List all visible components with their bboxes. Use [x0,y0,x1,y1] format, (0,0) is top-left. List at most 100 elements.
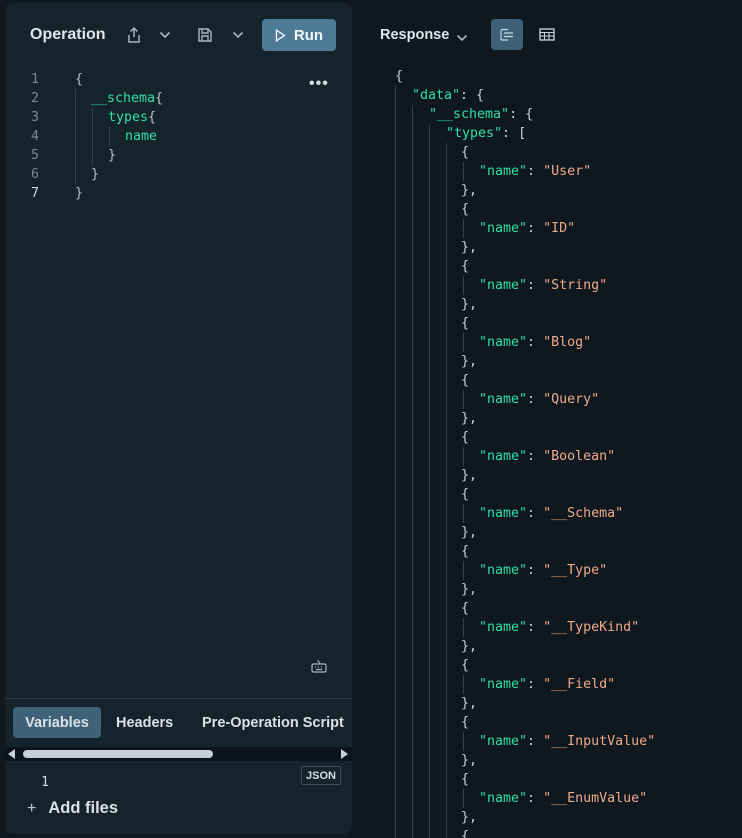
more-options-icon[interactable]: ••• [309,75,329,93]
json-key: "name" [479,791,528,806]
json-key: "name" [479,620,528,635]
indent-guide [463,390,464,409]
scrollbar-thumb[interactable] [23,750,213,758]
response-title[interactable]: Response [380,27,449,43]
code-line-types: types{ [108,108,156,127]
json-key: "name" [479,278,528,293]
tab-headers[interactable]: Headers [116,707,173,738]
json-type-entry: "name": "ID" [479,221,576,236]
json-line-types: "types": [ [446,126,527,141]
indent-guide [92,108,93,165]
json-string-value: "User" [543,164,592,179]
json-type-entry: "name": "__InputValue" [479,734,656,749]
json-brace: { [461,373,470,388]
line-number: 6 [31,167,40,182]
json-type-entry: "name": "__Schema" [479,506,624,521]
tab-variables[interactable]: Variables [13,707,101,738]
json-string-value: "__Schema" [543,506,624,521]
json-type-entry: "name": "User" [479,164,592,179]
scroll-right-icon[interactable] [341,749,348,759]
json-brace: { [461,145,470,160]
json-brace: { [395,69,404,84]
operation-editor[interactable]: 1 2 3 4 5 6 7 { __schema{ types{ name } … [5,67,352,697]
operation-panel: Operation Run 1 2 3 4 5 6 7 { __schema{ … [5,3,352,834]
json-type-entry: "name": "Blog" [479,335,592,350]
indent-guide [463,675,464,694]
json-brace: { [461,544,470,559]
json-format-badge[interactable]: JSON [301,766,341,785]
operation-title: Operation [30,26,106,43]
json-brace: }, [461,582,478,597]
scroll-left-icon[interactable] [8,749,15,759]
json-type-entry: "name": "Query" [479,392,600,407]
response-panel: Response { "data": { "__schema": { "type… [355,0,742,838]
json-brace: }, [461,525,478,540]
json-string-value: "ID" [543,221,576,236]
json-type-entry: "name": "__Field" [479,677,616,692]
tab-pre-operation-script[interactable]: Pre-Operation Script [202,707,344,738]
indent-guide [429,124,430,838]
tree-view-icon[interactable] [491,19,523,50]
add-files-button[interactable]: + Add files [27,799,118,818]
keyboard-shortcuts-icon[interactable] [311,659,327,678]
json-key: "name" [479,221,528,236]
name-field: name [125,129,158,144]
plus-icon: + [27,799,37,817]
json-brace: }, [461,810,478,825]
json-key: "name" [479,392,528,407]
line-number: 4 [31,129,40,144]
indent-guide [395,86,396,838]
indent-guide [463,732,464,751]
indent-guide [75,89,76,184]
json-type-entry: "name": "__Type" [479,563,608,578]
json-string-value: "__EnumValue" [543,791,648,806]
json-brace: { [461,829,470,838]
code-brace: { [148,110,157,125]
code-brace: { [75,72,84,87]
json-brace: }, [461,639,478,654]
play-icon [275,28,286,42]
json-key: "name" [479,734,528,749]
json-type-entry: "name": "__EnumValue" [479,791,648,806]
table-view-icon[interactable] [531,19,563,50]
share-icon[interactable] [125,25,143,45]
json-type-entry: "name": "Boolean" [479,449,616,464]
indent-guide [463,504,464,523]
indent-guide [412,105,413,838]
indent-guide [463,618,464,637]
save-chevron-down-icon[interactable] [231,28,245,42]
indent-guide [463,561,464,580]
json-brace: }, [461,753,478,768]
indent-guide [463,447,464,466]
line-number: 5 [31,148,40,163]
response-chevron-down-icon[interactable] [456,29,468,47]
json-line-data: "data": { [412,88,485,103]
json-brace: }, [461,240,478,255]
json-key: "name" [479,563,528,578]
json-string-value: "__Field" [543,677,616,692]
json-brace: }, [461,696,478,711]
json-type-entry: "name": "String" [479,278,608,293]
json-brace: { [461,772,470,787]
horizontal-scrollbar[interactable] [5,747,352,761]
operation-toolbar: Operation Run [5,3,352,67]
json-string-value: "Blog" [543,335,592,350]
save-icon[interactable] [196,26,214,44]
json-brace: }, [461,468,478,483]
json-string-value: "Boolean" [543,449,616,464]
json-string-value: "__InputValue" [543,734,656,749]
run-button[interactable]: Run [262,19,336,51]
code-brace: { [155,91,164,106]
json-brace: }, [461,354,478,369]
json-string-value: "String" [543,278,608,293]
json-string-value: "__TypeKind" [543,620,640,635]
indent-guide [446,143,447,838]
schema-field: __schema [91,91,156,106]
json-brace: { [461,430,470,445]
indent-guide [109,127,110,146]
json-bracket: [ [518,126,527,141]
json-key: "data" [412,88,461,103]
json-brace: { [461,316,470,331]
share-chevron-down-icon[interactable] [158,28,172,42]
json-key: "name" [479,164,528,179]
